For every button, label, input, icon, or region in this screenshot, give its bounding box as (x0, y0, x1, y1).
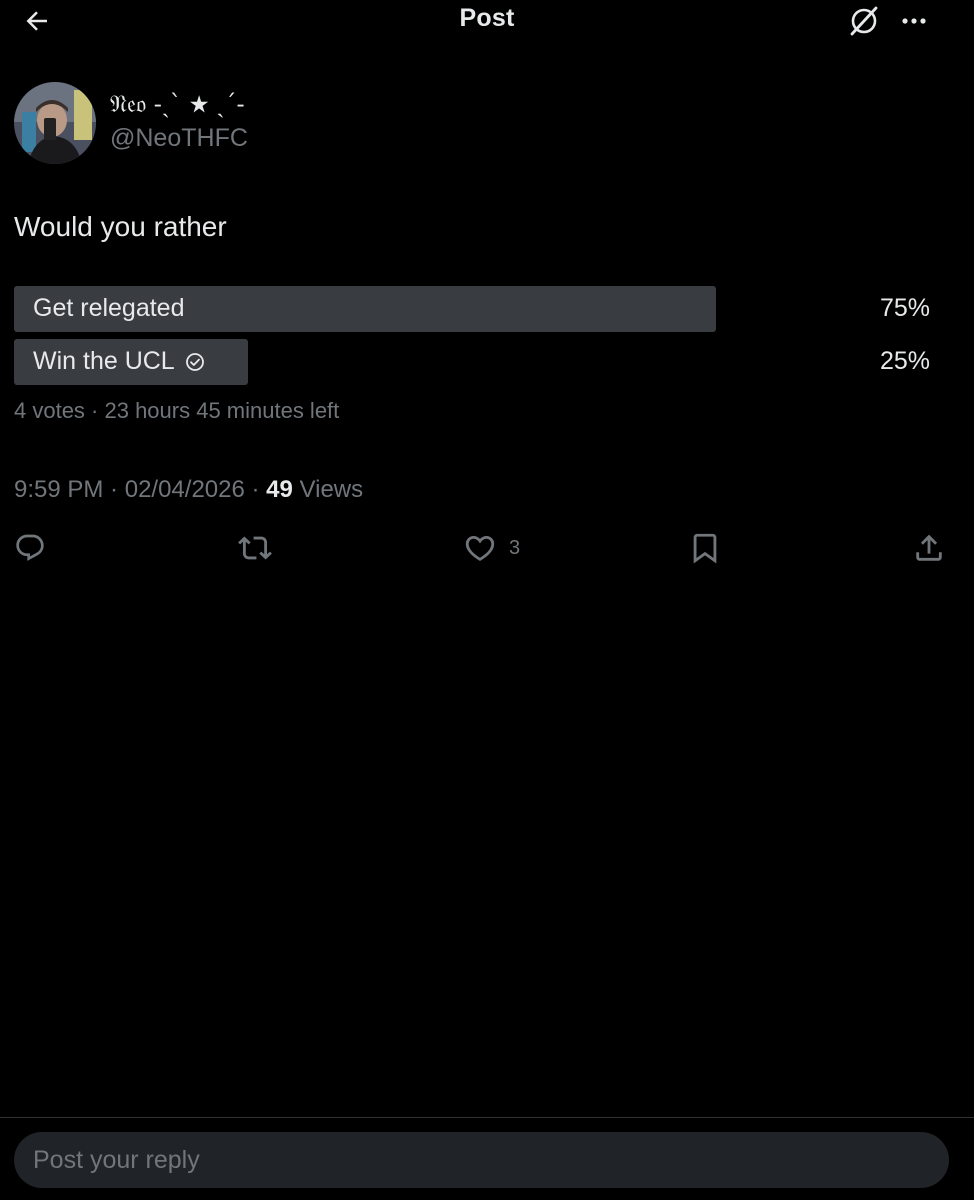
author-display-name[interactable]: 𝔑𝔢𝔬 -ˏˋ ★ ˎˊ- (110, 90, 245, 119)
poll-option-1-text: Get relegated (33, 294, 185, 322)
poll-meta: 4 votes · 23 hours 45 minutes left (14, 398, 340, 423)
reply-icon (16, 534, 44, 561)
avatar-image (14, 82, 96, 164)
poll-option-2-text: Win the UCL (33, 347, 175, 375)
post-date[interactable]: 02/04/2026 (125, 476, 245, 503)
repost-button[interactable] (238, 530, 272, 566)
bookmark-icon (693, 533, 717, 564)
reply-placeholder: Post your reply (33, 1146, 200, 1174)
poll-option-2-percent: 25% (879, 347, 930, 375)
reply-divider (0, 1117, 974, 1118)
check-circle-icon (185, 352, 205, 372)
timestamp-separator: · (244, 476, 267, 503)
poll-option-2[interactable]: Win the UCL 25% (14, 339, 930, 385)
post-text: Would you rather (14, 211, 227, 242)
like-button[interactable]: 3 (463, 530, 520, 566)
reply-button[interactable] (14, 530, 46, 566)
poll-option-1-percent: 75% (879, 294, 930, 322)
grok-button[interactable] (845, 2, 883, 40)
more-button[interactable] (895, 2, 933, 40)
page-title: Post (459, 4, 515, 32)
grok-icon (850, 6, 878, 36)
share-icon (916, 534, 942, 561)
author-handle[interactable]: @NeoTHFC (110, 124, 248, 153)
like-count: 3 (509, 536, 521, 559)
more-horizontal-icon (902, 18, 926, 24)
post-timestamp: 9:59 PM · 02/04/2026 · 49 Views (14, 476, 363, 504)
views-label: Views (292, 476, 364, 503)
bookmark-button[interactable] (688, 530, 722, 566)
heart-icon (465, 535, 495, 561)
poll-option-2-label: Win the UCL (33, 347, 205, 376)
reply-input[interactable]: Post your reply (14, 1132, 949, 1188)
top-bar: Post (0, 0, 974, 44)
repost-icon (238, 536, 272, 560)
poll-option-1-label: Get relegated (33, 294, 185, 323)
post-time[interactable]: 9:59 PM (14, 476, 103, 503)
views-count[interactable]: 49 (266, 476, 293, 503)
timestamp-separator: · (103, 476, 125, 503)
share-button[interactable] (912, 530, 946, 566)
post-detail-page: Post 𝔑𝔢𝔬 -ˏˋ ★ ˎˊ- @NeoTHFC Would you ra… (0, 0, 974, 1200)
avatar[interactable] (14, 82, 96, 164)
poll-option-1[interactable]: Get relegated 75% (14, 286, 930, 332)
